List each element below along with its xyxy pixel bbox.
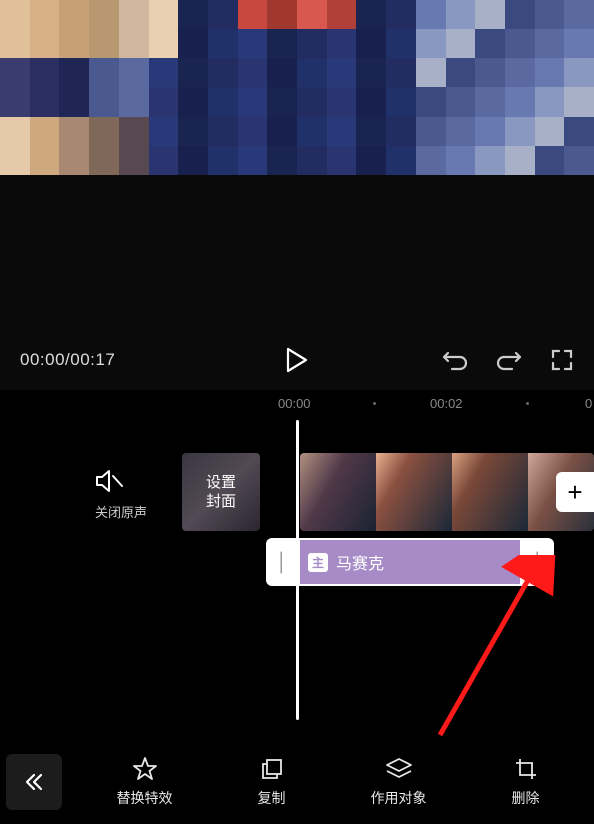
- crop-icon: [514, 756, 538, 782]
- video-preview[interactable]: [0, 0, 594, 175]
- fullscreen-button[interactable]: [550, 348, 574, 372]
- add-clip-button[interactable]: +: [556, 472, 594, 512]
- copy-button[interactable]: 复制: [258, 756, 286, 808]
- tool-label: 作用对象: [371, 788, 427, 808]
- clip-frame: [452, 453, 528, 531]
- ruler-dot: [373, 402, 376, 405]
- cover-label-l1: 设置: [206, 473, 236, 493]
- timeline[interactable]: 关闭原声 设置 封面 + │ 主 马赛克 │: [0, 420, 594, 740]
- chevrons-left-icon: [22, 770, 46, 794]
- star-icon: [132, 756, 158, 782]
- apply-target-button[interactable]: 作用对象: [371, 756, 427, 808]
- tool-label: 替换特效: [117, 788, 173, 808]
- timeline-ruler[interactable]: 00:00 00:02 0: [0, 390, 594, 420]
- effect-name: 马赛克: [336, 550, 384, 574]
- undo-button[interactable]: [442, 349, 468, 371]
- clip-frame: [300, 453, 376, 531]
- playhead[interactable]: [296, 420, 299, 720]
- copy-icon: [260, 756, 284, 782]
- ruler-dot: [526, 402, 529, 405]
- play-button[interactable]: [286, 347, 308, 373]
- mute-audio-button[interactable]: 关闭原声: [95, 468, 147, 521]
- cover-label-l2: 封面: [206, 492, 236, 512]
- set-cover-button[interactable]: 设置 封面: [182, 453, 260, 531]
- clip-frame: [376, 453, 452, 531]
- redo-button[interactable]: [496, 349, 522, 371]
- player-bar: 00:00/00:17: [0, 175, 594, 390]
- effect-clip[interactable]: │ 主 马赛克 │: [266, 538, 554, 586]
- clip-handle-left[interactable]: │: [266, 538, 298, 586]
- mute-label: 关闭原声: [95, 502, 147, 521]
- bottom-toolbar: 替换特效 复制 作用对象 删除: [0, 740, 594, 824]
- delete-button[interactable]: 删除: [512, 756, 540, 808]
- effect-badge: 主: [308, 553, 328, 572]
- time-display: 00:00/00:17: [20, 350, 115, 370]
- tool-label: 复制: [258, 788, 286, 808]
- effect-clip-body[interactable]: 主 马赛克: [298, 538, 522, 586]
- layers-icon: [385, 756, 413, 782]
- tool-label: 删除: [512, 788, 540, 808]
- ruler-mark: 00:00: [278, 396, 311, 411]
- replace-effect-button[interactable]: 替换特效: [117, 756, 173, 808]
- plus-icon: +: [567, 477, 582, 508]
- ruler-mark: 00:02: [430, 396, 463, 411]
- collapse-toolbar-button[interactable]: [6, 754, 62, 810]
- video-clip-track[interactable]: [300, 453, 594, 531]
- speaker-mute-icon: [95, 468, 125, 494]
- clip-handle-right[interactable]: │: [522, 538, 554, 586]
- ruler-mark: 0: [585, 396, 592, 411]
